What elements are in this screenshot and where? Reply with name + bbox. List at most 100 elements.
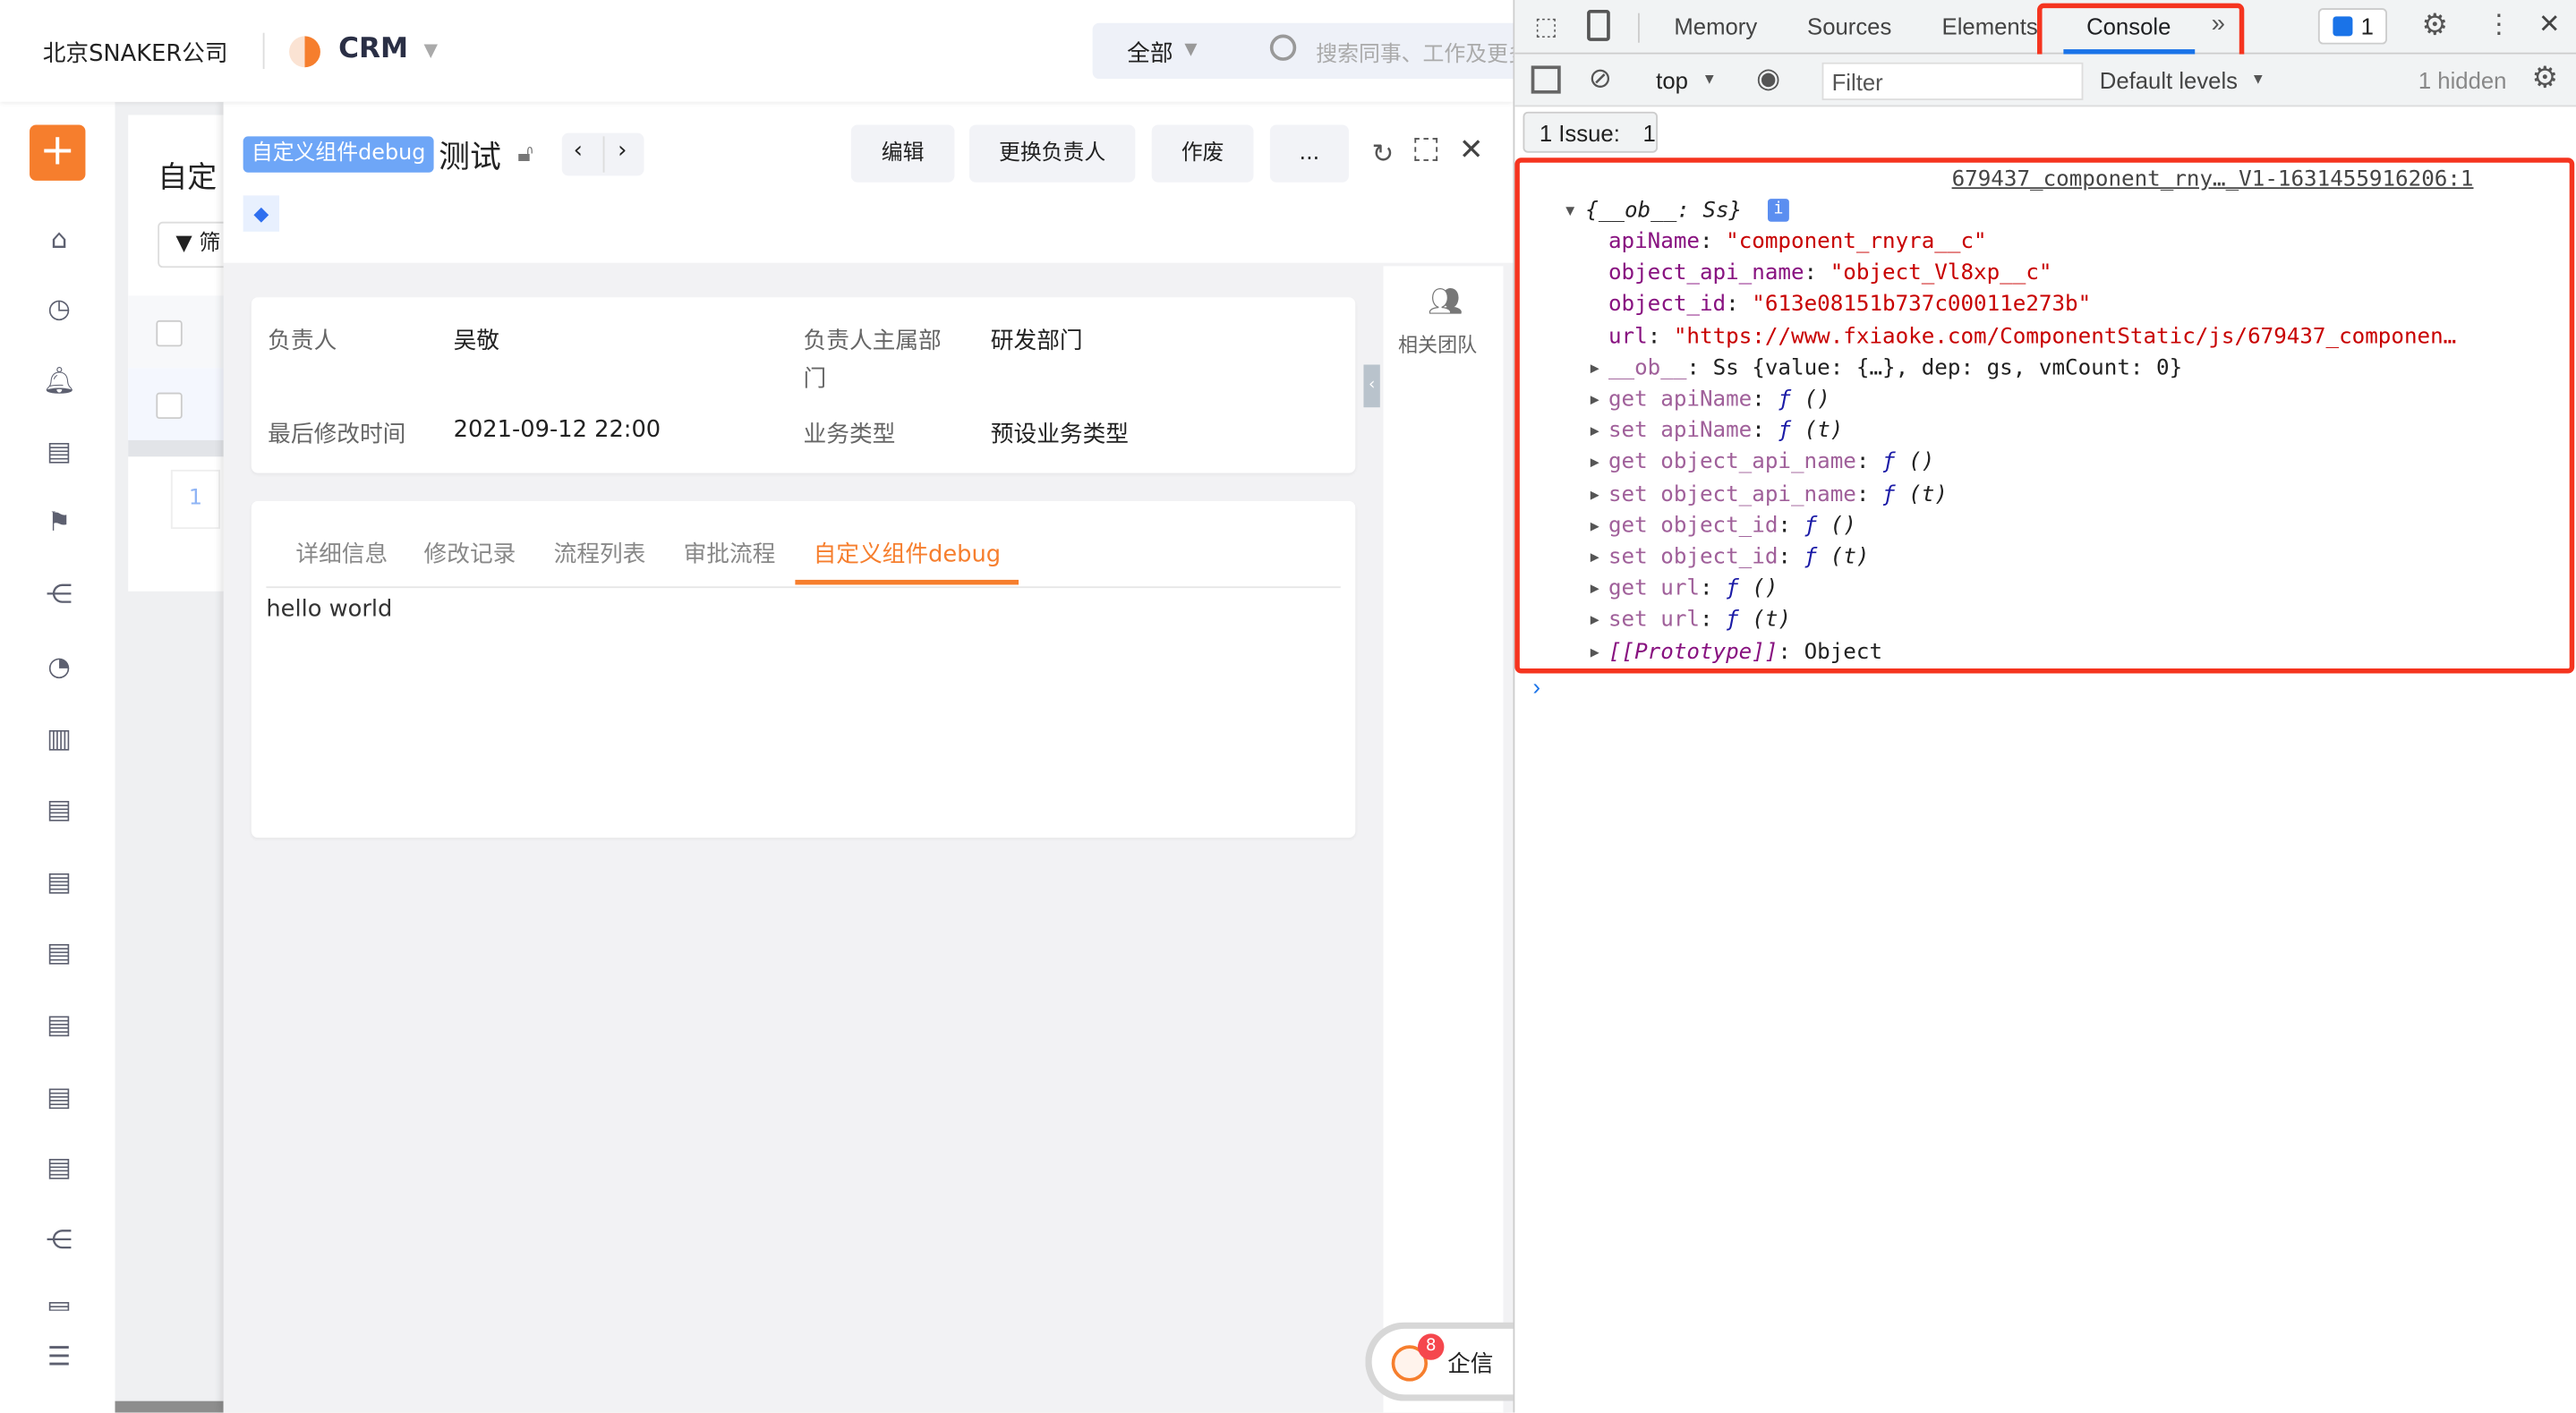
tab-flow-list[interactable]: 流程列表 <box>554 537 646 570</box>
issues-count: 1 <box>2360 13 2374 40</box>
clock-icon[interactable]: ◷ <box>43 293 76 326</box>
expand-triangle-icon[interactable]: ▶ <box>1591 455 1599 472</box>
folder-icon[interactable]: ▤ <box>43 1009 76 1042</box>
settings-icon[interactable]: ⚙ <box>2422 8 2449 43</box>
sidebar-toggle-icon[interactable] <box>1531 65 1561 94</box>
issues-bar-button[interactable]: 1 Issue: 1 <box>1523 111 1659 153</box>
tab-custom-component-debug[interactable]: 自定义组件debug <box>814 537 1002 570</box>
refresh-icon[interactable]: ↻ <box>1372 138 1395 169</box>
console-property[interactable]: __ob__: Ss {value: {…}, dep: gs, vmCount… <box>1608 353 2182 384</box>
more-options-icon[interactable]: ⋮ <box>2486 8 2512 41</box>
collapse-rail-button[interactable]: ‹ <box>1363 364 1380 408</box>
console-prompt-icon[interactable]: › <box>1533 674 1541 700</box>
context-selector[interactable]: top <box>1656 67 1688 93</box>
close-icon[interactable]: ✕ <box>2538 8 2561 41</box>
object-summary[interactable]: {__ob__: Ss} <box>1585 195 1742 226</box>
folder-icon[interactable]: ▤ <box>43 794 76 827</box>
search-icon <box>1269 34 1297 61</box>
chevron-left-icon[interactable]: ‹ <box>574 138 583 164</box>
expand-triangle-icon[interactable]: ▶ <box>1591 582 1599 598</box>
unlock-icon[interactable]: 🔓︎ <box>517 138 533 167</box>
folder-icon[interactable]: ▤ <box>43 1081 76 1114</box>
close-icon[interactable]: ✕ <box>1459 133 1484 168</box>
console-property[interactable]: set apiName: ƒ (t) <box>1608 416 1843 447</box>
dashboard-icon[interactable]: ▥ <box>43 723 76 756</box>
expand-triangle-icon[interactable]: ▶ <box>1591 550 1599 566</box>
console-output: 679437_component_rny…_V1-1631455916206:1… <box>1514 157 2576 716</box>
issues-button[interactable]: 1 <box>2317 8 2387 45</box>
tab-details[interactable]: 详细信息 <box>295 537 388 570</box>
list-title: 自定 <box>158 160 218 196</box>
search-input[interactable]: 搜索同事、工作及更多 <box>1316 36 1513 68</box>
tab-sources[interactable]: Sources <box>1807 13 1891 39</box>
source-link[interactable]: 679437_component_rny…_V1-1631455916206:1 <box>1952 165 2474 196</box>
tab-approval[interactable]: 审批流程 <box>684 537 776 570</box>
expand-triangle-icon[interactable]: ▶ <box>1591 487 1599 503</box>
change-owner-button[interactable]: 更换负责人 <box>968 124 1136 183</box>
detail-header: 自定义组件debug 测试 🔓︎ ‹ › 编辑 更换负责人 作废 ... ↻ ✕… <box>223 101 1514 263</box>
eye-icon[interactable]: ◉ <box>1756 63 1780 96</box>
pie-chart-icon[interactable]: ◔ <box>43 651 76 684</box>
inspect-element-icon[interactable]: ⬚ <box>1534 12 1557 41</box>
object-tag: 自定义组件debug <box>243 136 434 173</box>
expand-triangle-icon[interactable]: ▶ <box>1591 393 1599 409</box>
side-rail: 👥︎ 相关团队 <box>1383 266 1504 1413</box>
chevron-down-icon[interactable]: ▼ <box>1184 41 1197 59</box>
log-levels-dropdown[interactable]: Default levels <box>2100 67 2238 93</box>
console-property[interactable]: set object_api_name: ƒ (t) <box>1608 479 1948 510</box>
expand-triangle-icon[interactable]: ▶ <box>1591 424 1599 440</box>
chevron-right-icon[interactable]: › <box>618 138 627 164</box>
console-property[interactable]: get object_id: ƒ () <box>1608 510 1856 541</box>
bell-icon[interactable]: 🔔︎ <box>43 364 76 397</box>
folder-icon[interactable]: ▤ <box>43 865 76 898</box>
console-property[interactable]: set url: ƒ (t) <box>1608 605 1791 636</box>
checkbox[interactable] <box>156 392 183 420</box>
expand-triangle-icon[interactable]: ▶ <box>1591 645 1599 661</box>
fullscreen-icon[interactable] <box>1414 138 1438 161</box>
expand-triangle-icon[interactable]: ▶ <box>1591 519 1599 535</box>
tab-elements[interactable]: Elements <box>1942 13 2038 39</box>
org-icon[interactable]: ⋲ <box>43 1223 76 1256</box>
more-button[interactable]: ... <box>1269 124 1349 183</box>
expand-triangle-icon[interactable]: ▶ <box>1591 361 1599 377</box>
divider <box>1637 13 1640 43</box>
tag-icon[interactable]: ◆ <box>243 195 280 232</box>
collapse-menu-icon[interactable]: ☰ <box>43 1341 76 1374</box>
console-property[interactable]: [[Prototype]]: Object <box>1608 636 1882 668</box>
chevron-down-icon[interactable]: ▼ <box>424 39 439 61</box>
company-name[interactable]: 北京SNAKER公司 <box>43 36 228 69</box>
tab-change-log[interactable]: 修改记录 <box>424 537 516 570</box>
app-name[interactable]: CRM <box>338 33 408 66</box>
folder-icon[interactable]: ▤ <box>43 1294 76 1310</box>
console-property[interactable]: get apiName: ƒ () <box>1608 385 1830 416</box>
console-property[interactable]: get object_api_name: ƒ () <box>1608 447 1934 479</box>
clear-console-icon[interactable]: ⊘ <box>1589 63 1612 96</box>
info-icon[interactable]: i <box>1767 199 1789 222</box>
filter-input[interactable]: Filter <box>1821 62 2084 100</box>
chevron-down-icon[interactable]: ▼ <box>1702 71 1717 87</box>
console-property[interactable]: set object_id: ƒ (t) <box>1608 542 1870 574</box>
plus-icon[interactable]: + <box>30 124 86 181</box>
device-toolbar-icon[interactable] <box>1587 10 1610 41</box>
expand-triangle-icon[interactable]: ▶ <box>1591 613 1599 629</box>
search-scope[interactable]: 全部 <box>1127 36 1173 69</box>
console-property: object_api_name: "object_Vl8xp__c" <box>1608 261 2052 286</box>
tab-memory[interactable]: Memory <box>1674 13 1757 39</box>
page-number[interactable]: 1 <box>170 469 220 530</box>
scrollbar[interactable] <box>115 1400 224 1413</box>
folder-icon[interactable]: ▤ <box>43 936 76 969</box>
folder-icon[interactable]: ▤ <box>43 435 76 468</box>
console-property[interactable]: get url: ƒ () <box>1608 574 1778 605</box>
org-icon[interactable]: ⋲ <box>43 578 76 611</box>
edit-button[interactable]: 编辑 <box>850 124 955 183</box>
chat-button[interactable]: 8 企信 <box>1365 1322 1522 1401</box>
expand-triangle-icon[interactable]: ▼ <box>1565 204 1574 220</box>
console-settings-icon[interactable]: ⚙ <box>2532 61 2559 96</box>
checkbox[interactable] <box>156 319 183 347</box>
home-icon[interactable]: ⌂ <box>43 224 76 257</box>
flag-icon[interactable]: ⚑ <box>43 506 76 539</box>
void-button[interactable]: 作废 <box>1151 124 1254 183</box>
related-team-label[interactable]: 相关团队 <box>1398 330 1477 358</box>
folder-icon[interactable]: ▤ <box>43 1152 76 1185</box>
team-icon[interactable]: 👥︎ <box>1428 285 1463 319</box>
